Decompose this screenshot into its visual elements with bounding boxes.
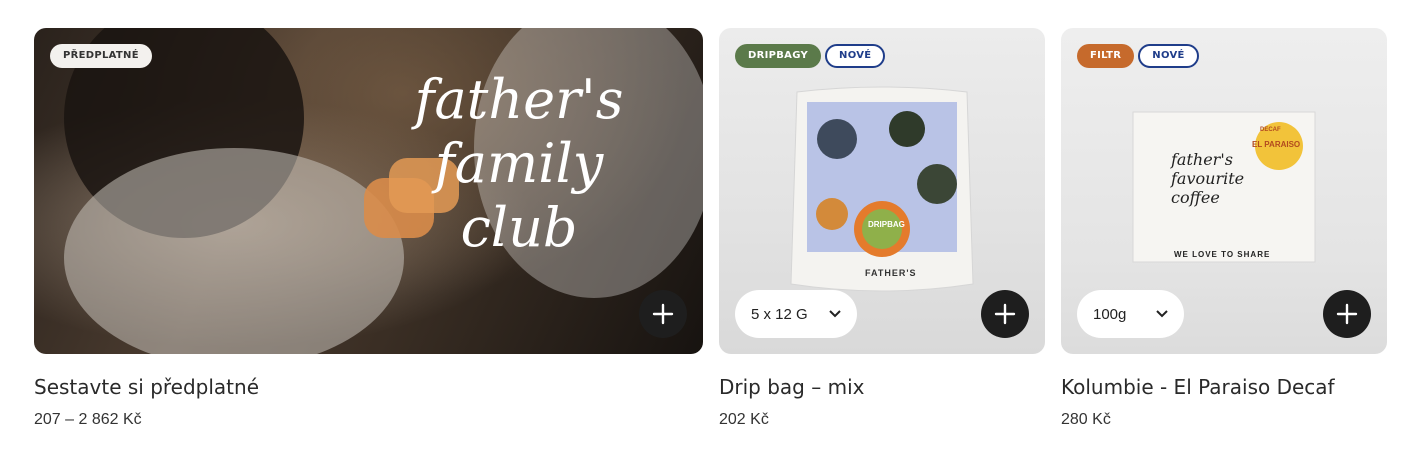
badge-category: FILTR [1077, 44, 1135, 68]
product-image[interactable]: father's family club PŘEDPLATNÉ [34, 28, 703, 354]
product-title[interactable]: Sestavte si předplatné [34, 375, 703, 399]
product-title[interactable]: Kolumbie - El Paraiso Decaf [1061, 375, 1387, 399]
variant-value: 100g [1093, 305, 1127, 323]
product-image[interactable]: DECAF EL PARAISO father's favourite coff… [1061, 28, 1387, 354]
package-brand: FATHER'S [865, 268, 917, 278]
dripbag-package-image [790, 86, 974, 292]
plus-icon [994, 303, 1016, 325]
variant-value: 5 x 12 G [751, 305, 808, 323]
product-card-dripbag[interactable]: DRIPBAG FATHER'S DRIPBAGY NOVÉ 5 x 12 G … [719, 28, 1045, 429]
badge-category: DRIPBAGY [735, 44, 822, 68]
club-script-text: father's family club [414, 68, 624, 259]
product-card-colombia[interactable]: DECAF EL PARAISO father's favourite coff… [1061, 28, 1387, 429]
badge-new: NOVÉ [825, 44, 886, 68]
plus-icon [652, 303, 674, 325]
product-price: 280 Kč [1061, 411, 1111, 428]
product-price: 202 Kč [719, 411, 769, 428]
sticker-top: DECAF [1260, 127, 1281, 133]
product-image[interactable]: DRIPBAG FATHER'S DRIPBAGY NOVÉ 5 x 12 G [719, 28, 1045, 354]
product-title[interactable]: Drip bag – mix [719, 375, 1045, 399]
chevron-down-icon [1156, 310, 1168, 318]
sticker-main: EL PARAISO [1252, 140, 1301, 149]
box-script-text: father's favourite coffee [1171, 150, 1245, 207]
variant-select[interactable]: 100g [1077, 290, 1184, 338]
add-to-cart-button[interactable] [1323, 290, 1371, 338]
chevron-down-icon [829, 310, 841, 318]
badge-new: NOVÉ [1138, 44, 1199, 68]
add-to-cart-button[interactable] [639, 290, 687, 338]
product-card-subscription[interactable]: father's family club PŘEDPLATNÉ Sestavte… [34, 28, 703, 429]
package-label: DRIPBAG [868, 220, 905, 229]
plus-icon [1336, 303, 1358, 325]
variant-select[interactable]: 5 x 12 G [735, 290, 857, 338]
box-footer-text: WE LOVE TO SHARE [1174, 250, 1271, 259]
badge-subscription: PŘEDPLATNÉ [50, 44, 152, 68]
product-price: 207 – 2 862 Kč [34, 411, 142, 428]
add-to-cart-button[interactable] [981, 290, 1029, 338]
